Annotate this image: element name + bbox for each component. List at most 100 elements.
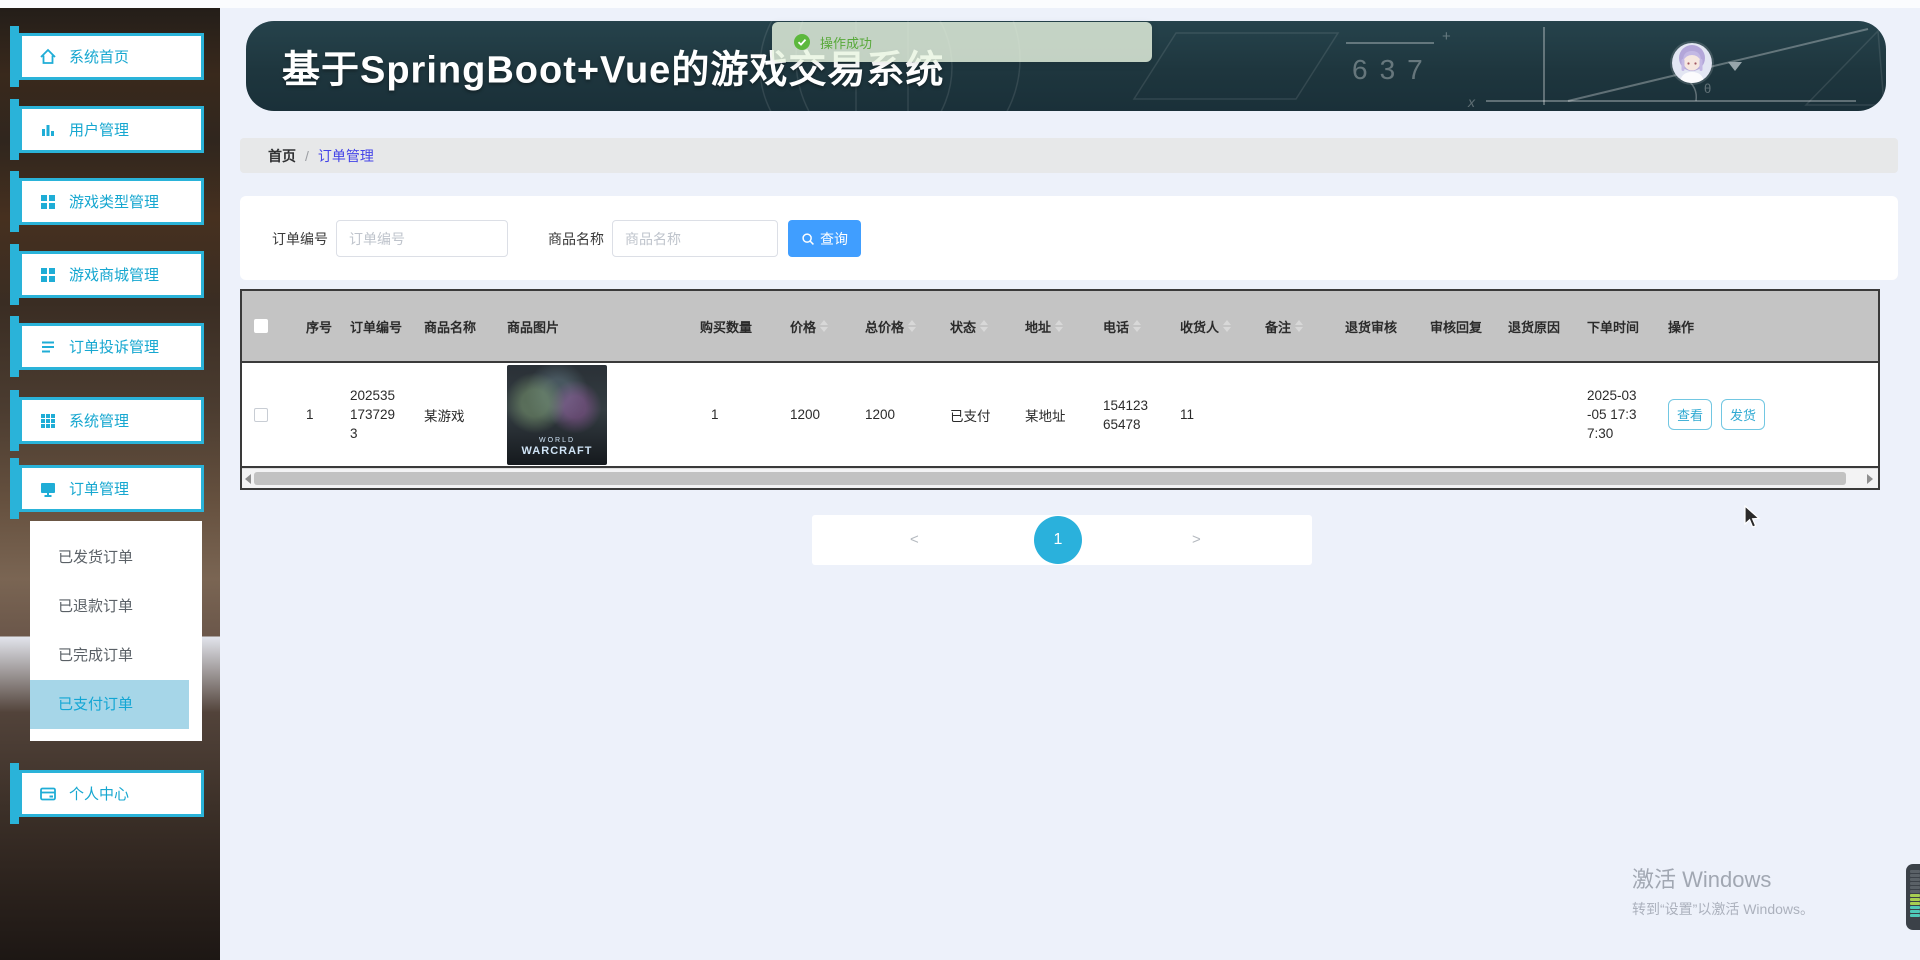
breadcrumb-separator: / (305, 147, 309, 164)
col-remark: 备注 (1255, 317, 1335, 336)
pagination: < 1 > (812, 515, 1312, 565)
cell-price: 1200 (790, 407, 821, 422)
sidebar-item-users[interactable]: 用户管理 (10, 99, 204, 160)
pagination-page-1[interactable]: 1 (1034, 516, 1082, 564)
breadcrumb: 首页 / 订单管理 (240, 138, 1898, 173)
orders-submenu: 已发货订单 已退款订单 已完成订单 已支付订单 (30, 521, 202, 741)
col-quantity: 购买数量 (700, 319, 753, 335)
sort-carets[interactable] (1133, 320, 1142, 332)
cell-product-name: 某游戏 (424, 408, 465, 424)
sidebar-item-label: 系统管理 (69, 413, 130, 430)
sidebar: 系统首页 用户管理 游戏类型管理 游戏商城管理 订单投诉管理 系统管理 订单管理… (0, 8, 220, 960)
submenu-item-shipped-orders[interactable]: 已发货订单 (30, 533, 202, 582)
col-order-time: 下单时间 (1587, 319, 1640, 335)
top-strip (0, 0, 1920, 8)
sort-carets[interactable] (1223, 320, 1232, 332)
view-button[interactable]: 查看 (1668, 399, 1712, 430)
sidebar-item-home[interactable]: 系统首页 (10, 26, 204, 87)
ship-button[interactable]: 发货 (1721, 399, 1765, 430)
product-image[interactable]: WORLD WARCRAFT (507, 364, 607, 465)
search-panel: 订单编号 商品名称 查询 (240, 196, 1898, 280)
query-button[interactable]: 查询 (788, 220, 861, 257)
product-name-input[interactable] (612, 220, 778, 257)
order-no-input[interactable] (336, 220, 508, 257)
scroll-right-arrow[interactable] (1867, 474, 1873, 484)
col-order-no: 订单编号 (350, 319, 403, 335)
col-address: 地址 (1015, 317, 1093, 336)
svg-text:x: x (1467, 94, 1476, 110)
search-icon (802, 232, 814, 245)
scrollbar-thumb[interactable] (254, 472, 1846, 485)
card-icon (40, 787, 56, 800)
cell-receiver: 11 (1180, 407, 1195, 422)
sidebar-item-label: 用户管理 (69, 122, 130, 139)
grid-9-icon (41, 413, 55, 428)
submenu-item-paid-orders[interactable]: 已支付订单 (30, 680, 189, 729)
avatar-image (1672, 43, 1712, 83)
chevron-down-icon[interactable] (1728, 62, 1742, 71)
select-all-checkbox[interactable] (254, 319, 268, 333)
cell-order-time: 2025-03-05 17:37:30 (1587, 388, 1637, 441)
cell-status: 已支付 (950, 408, 991, 424)
sidebar-item-label: 订单管理 (69, 481, 130, 498)
sort-carets[interactable] (908, 320, 917, 332)
col-receiver: 收货人 (1170, 317, 1255, 336)
col-status: 状态 (940, 317, 1015, 336)
sidebar-item-label: 游戏类型管理 (69, 194, 160, 211)
user-avatar[interactable] (1672, 43, 1712, 83)
sidebar-item-game-types[interactable]: 游戏类型管理 (10, 171, 204, 232)
sort-carets[interactable] (980, 320, 989, 332)
sidebar-item-game-mall[interactable]: 游戏商城管理 (10, 244, 204, 305)
submenu-item-refunded-orders[interactable]: 已退款订单 (30, 582, 202, 631)
grid-icon (41, 267, 55, 282)
breadcrumb-current: 订单管理 (317, 147, 374, 164)
col-product-image: 商品图片 (507, 319, 560, 335)
pagination-next[interactable]: > (1192, 515, 1201, 565)
cell-actions: 查看 发货 (1658, 399, 1878, 430)
list-icon (42, 341, 54, 352)
cell-order-no: 2025351737293 (350, 388, 396, 441)
table-header-row: 序号 订单编号 商品名称 商品图片 购买数量 价格 总价格 状态 地址 电话 收… (242, 291, 1878, 363)
bar-chart-icon (42, 124, 54, 136)
toast-message: 操作成功 (820, 35, 873, 51)
horizontal-scrollbar[interactable] (242, 468, 1878, 488)
cell-product-image: WORLD WARCRAFT (500, 364, 685, 465)
col-actions: 操作 (1668, 319, 1695, 335)
submenu-item-completed-orders[interactable]: 已完成订单 (30, 631, 202, 680)
sidebar-item-orders[interactable]: 订单管理 (10, 458, 204, 519)
order-no-label: 订单编号 (272, 230, 328, 247)
scroll-left-arrow[interactable] (245, 474, 251, 484)
cell-address: 某地址 (1025, 408, 1066, 424)
sidebar-item-order-complaints[interactable]: 订单投诉管理 (10, 316, 204, 377)
sidebar-item-profile[interactable]: 个人中心 (10, 763, 204, 824)
breadcrumb-home[interactable]: 首页 (268, 146, 296, 166)
col-phone: 电话 (1093, 317, 1170, 336)
sidebar-item-system[interactable]: 系统管理 (10, 390, 204, 451)
cell-quantity: 1 (711, 407, 719, 422)
monitor-icon (41, 482, 55, 497)
sort-carets[interactable] (820, 320, 829, 332)
svg-text:θ: θ (1704, 81, 1711, 96)
sidebar-item-label: 个人中心 (69, 786, 130, 803)
sidebar-item-label: 系统首页 (69, 49, 130, 66)
cell-index: 1 (306, 407, 314, 422)
sort-carets[interactable] (1055, 320, 1064, 332)
col-return-review: 退货审核 (1345, 319, 1398, 335)
mouse-cursor (1744, 505, 1761, 528)
col-index: 序号 (306, 319, 333, 335)
sidebar-item-label: 订单投诉管理 (69, 339, 160, 356)
edge-indicator-widget (1906, 864, 1920, 930)
col-total-price: 总价格 (855, 317, 940, 336)
col-product-name: 商品名称 (424, 319, 477, 335)
svg-text:637: 637 (1352, 54, 1435, 85)
col-return-reason: 退货原因 (1508, 319, 1561, 335)
cell-phone: 15412365478 (1103, 397, 1149, 432)
col-price: 价格 (780, 317, 855, 336)
success-toast: 操作成功 (772, 22, 1152, 62)
row-checkbox[interactable] (254, 407, 268, 422)
col-review-reply: 审核回复 (1430, 319, 1483, 335)
pagination-prev[interactable]: < (910, 515, 919, 565)
orders-table: 序号 订单编号 商品名称 商品图片 购买数量 价格 总价格 状态 地址 电话 收… (240, 289, 1880, 490)
sort-carets[interactable] (1295, 320, 1304, 332)
grid-icon (41, 194, 55, 209)
